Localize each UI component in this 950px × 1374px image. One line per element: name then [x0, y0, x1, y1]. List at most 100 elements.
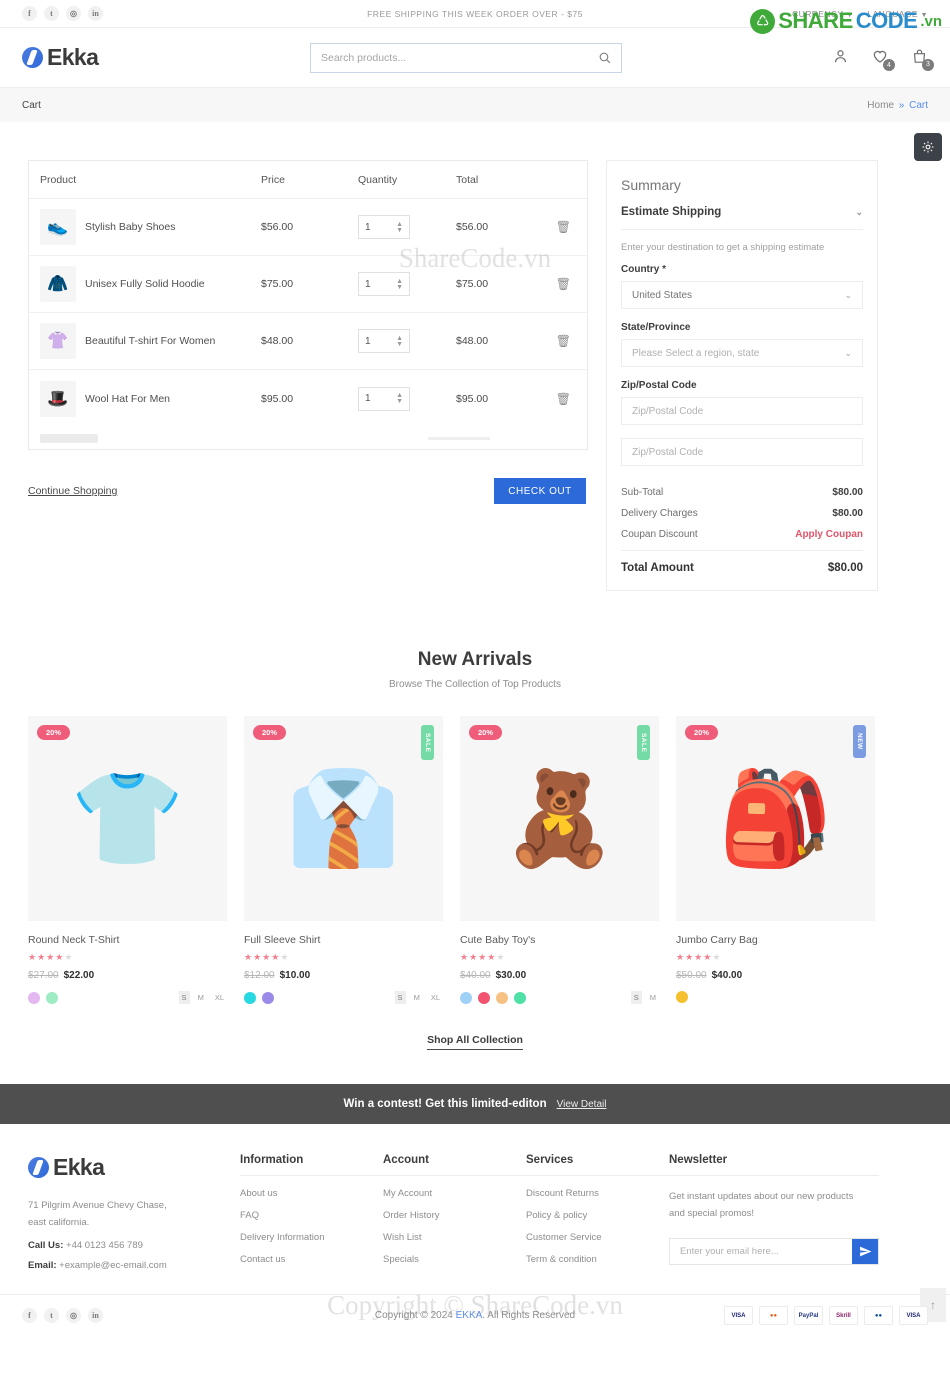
cart-icon[interactable]: 3 [911, 48, 934, 71]
summary-line: Sub-Total $80.00 [621, 487, 863, 498]
color-swatch[interactable] [46, 991, 58, 1004]
product-card[interactable]: 20% 👕 Round Neck T-Shirt ★★★★★ $27.00 $22.00 S… [28, 716, 227, 1004]
product-card[interactable]: 20% SALE 🧸 Cute Baby Toy's ★★★★★ $40.00 $30.00… [460, 716, 659, 1004]
site-logo[interactable]: Ekka [22, 44, 99, 71]
product-line-total: $75.00 [456, 278, 489, 290]
wishlist-icon[interactable]: 4 [871, 47, 895, 71]
product-name[interactable]: Wool Hat For Men [85, 393, 170, 405]
product-image[interactable]: 20% SALE 🧸 [460, 716, 659, 921]
quantity-stepper[interactable]: 1 ▲ ▼ [358, 215, 410, 239]
footer-link[interactable]: Policy & policy [526, 1210, 669, 1221]
size-option[interactable]: M [411, 991, 423, 1004]
footer-link[interactable]: My Account [383, 1188, 526, 1199]
product-image[interactable]: 20% 👕 [28, 716, 227, 921]
checkout-button[interactable]: CHECK OUT [494, 478, 586, 504]
quantity-stepper[interactable]: 1 ▲ ▼ [358, 386, 410, 411]
payment-icon: ●● [864, 1306, 893, 1325]
zip-input-wrapper-2[interactable] [621, 438, 863, 466]
color-swatch[interactable] [496, 991, 508, 1004]
footer-link[interactable]: Wish List [383, 1232, 526, 1243]
product-name[interactable]: Round Neck T-Shirt [28, 934, 227, 946]
payment-icon: VISA [899, 1306, 928, 1325]
old-price: $27.00 [28, 970, 59, 981]
product-name[interactable]: Beautiful T-shirt For Women [85, 335, 215, 347]
new-price: $22.00 [63, 970, 95, 981]
color-swatch[interactable] [514, 991, 526, 1004]
country-select[interactable]: United States ⌄ [621, 281, 863, 309]
newsletter-email-input[interactable] [680, 1246, 852, 1257]
search-input[interactable] [321, 51, 598, 64]
size-option[interactable]: XL [428, 991, 443, 1004]
product-image[interactable]: 20% NEW 🎒 [676, 716, 875, 921]
footer-link[interactable]: Order History [383, 1210, 526, 1221]
settings-gear-button[interactable] [914, 133, 942, 161]
footer-link[interactable]: Customer Service [526, 1232, 669, 1243]
quantity-spinner[interactable]: ▲ ▼ [396, 392, 403, 405]
product-name[interactable]: Jumbo Carry Bag [676, 934, 875, 946]
cart-actions: Continue Shopping CHECK OUT [28, 478, 588, 504]
product-card[interactable]: 20% NEW 🎒 Jumbo Carry Bag ★★★★★ $50.00 $40.00 [676, 716, 875, 1004]
product-name[interactable]: Stylish Baby Shoes [85, 221, 175, 233]
color-swatch[interactable] [262, 991, 274, 1004]
zip-input-wrapper-1[interactable] [621, 397, 863, 425]
color-swatch[interactable] [244, 991, 256, 1004]
footer-link[interactable]: Specials [383, 1254, 526, 1265]
product-line-total: $56.00 [456, 221, 489, 233]
size-option[interactable]: M [647, 991, 659, 1004]
color-swatches [244, 991, 274, 1004]
quantity-spinner[interactable]: ▲ ▼ [396, 278, 403, 291]
currency-selector[interactable]: CURRENCY ▼ [792, 9, 853, 19]
quantity-stepper[interactable]: 1 ▲ ▼ [358, 329, 410, 353]
product-name[interactable]: Cute Baby Toy's [460, 934, 659, 946]
total-amount-label: Total Amount [621, 562, 694, 574]
size-option[interactable]: S [178, 991, 190, 1004]
account-icon[interactable] [832, 48, 849, 68]
breadcrumb-home-link[interactable]: Home [867, 100, 894, 111]
payment-icon: VISA [724, 1306, 753, 1325]
quantity-stepper[interactable]: 1 ▲ ▼ [358, 272, 410, 296]
zip-input-2[interactable] [632, 446, 852, 458]
site-header: Ekka 4 3 [0, 28, 950, 88]
footer-link[interactable]: Contact us [240, 1254, 383, 1265]
size-option[interactable]: S [394, 991, 406, 1004]
color-swatch[interactable] [478, 991, 490, 1004]
newsletter-subscribe-form[interactable] [669, 1238, 879, 1265]
chevron-down-icon: ⌄ [844, 289, 852, 300]
newsletter-text-line-2: and special promos! [669, 1208, 755, 1219]
color-swatch[interactable] [676, 991, 688, 1003]
shop-all-collection-link[interactable]: Shop All Collection [0, 1032, 950, 1050]
estimate-shipping-toggle[interactable]: Estimate Shipping ⌄ [621, 206, 863, 230]
footer-link[interactable]: Term & condition [526, 1254, 669, 1265]
footer-link[interactable]: Discount Returns [526, 1188, 669, 1199]
footer-logo[interactable]: Ekka [28, 1154, 240, 1181]
continue-shopping-link[interactable]: Continue Shopping [28, 485, 117, 497]
newsletter-submit-button[interactable] [852, 1239, 878, 1264]
apply-coupan-link[interactable]: Apply Coupan [795, 529, 863, 540]
quantity-spinner[interactable]: ▲ ▼ [396, 335, 403, 348]
size-option[interactable]: M [195, 991, 207, 1004]
product-card[interactable]: 20% SALE 👔 Full Sleeve Shirt ★★★★★ $12.00 $10.… [244, 716, 443, 1004]
product-image[interactable]: 20% SALE 👔 [244, 716, 443, 921]
quantity-spinner[interactable]: ▲ ▼ [396, 221, 403, 234]
size-option[interactable]: XL [212, 991, 227, 1004]
delete-item-icon[interactable]: 🗑 [556, 277, 571, 291]
color-swatch[interactable] [28, 991, 40, 1004]
search-bar[interactable] [310, 42, 622, 73]
search-icon[interactable] [598, 51, 611, 64]
footer-link[interactable]: About us [240, 1188, 383, 1199]
product-price: $95.00 [261, 392, 294, 405]
delete-item-icon[interactable]: 🗑 [556, 334, 571, 348]
language-selector[interactable]: LANGUAGE ▼ [867, 9, 928, 19]
delete-item-icon[interactable]: 🗑 [556, 220, 571, 234]
view-detail-link[interactable]: View Detail [557, 1099, 607, 1110]
product-name[interactable]: Full Sleeve Shirt [244, 934, 443, 946]
footer-brand-column: Ekka 71 Pilgrim Avenue Chevy Chase, east… [28, 1154, 240, 1276]
product-name[interactable]: Unisex Fully Solid Hoodie [85, 278, 205, 290]
state-select[interactable]: Please Select a region, state ⌄ [621, 339, 863, 367]
size-option[interactable]: S [630, 991, 642, 1004]
delete-item-icon[interactable]: 🗑 [556, 392, 571, 406]
footer-link[interactable]: FAQ [240, 1210, 383, 1221]
color-swatch[interactable] [460, 991, 472, 1004]
footer-link[interactable]: Delivery Information [240, 1232, 383, 1243]
zip-input-1[interactable] [632, 405, 852, 417]
